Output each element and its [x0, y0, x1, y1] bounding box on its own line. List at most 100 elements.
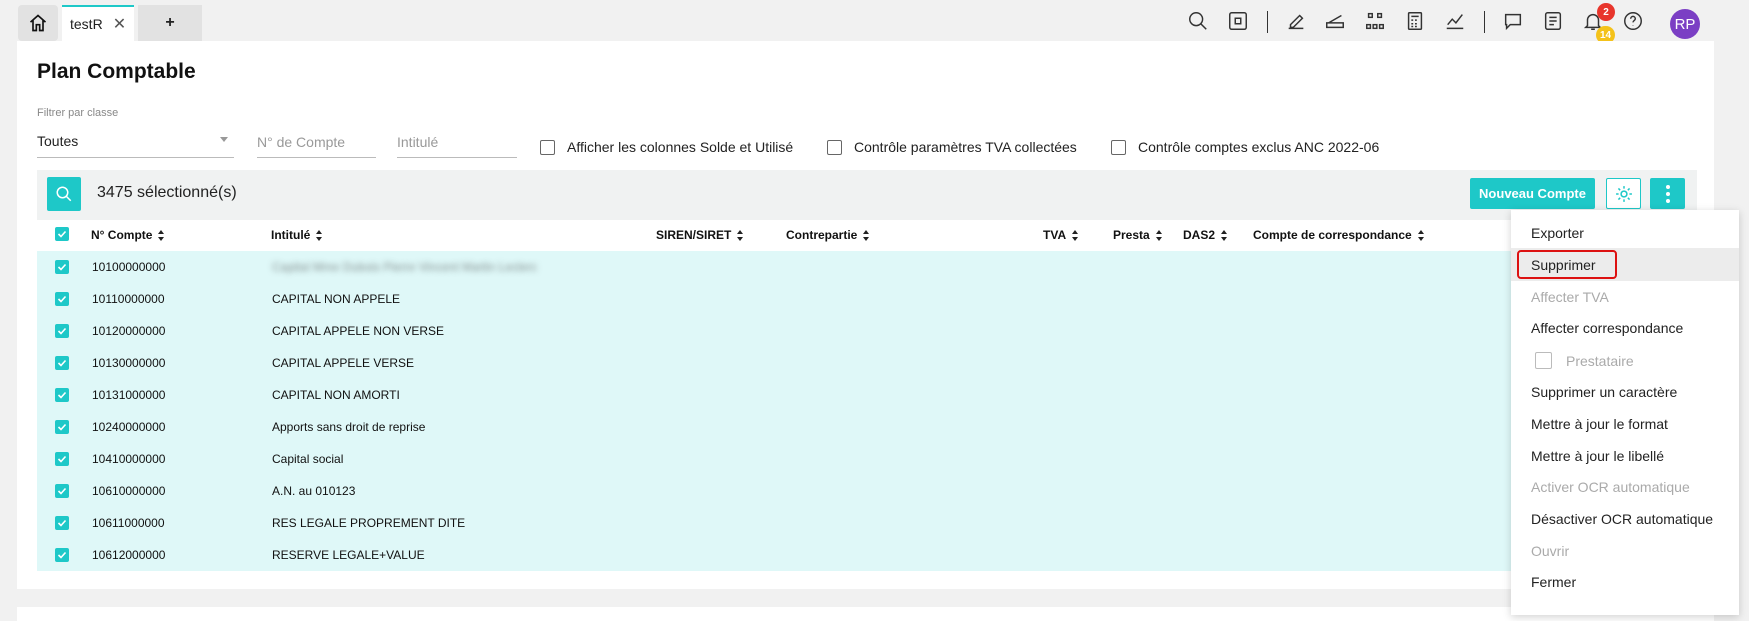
- intitule-cell: RESERVE LEGALE+VALUE: [272, 548, 425, 562]
- org-chart-icon[interactable]: [1362, 8, 1388, 34]
- row-checkbox[interactable]: [55, 420, 69, 434]
- menu-item-supprimer[interactable]: Supprimer: [1511, 248, 1739, 281]
- show-balance-columns-checkbox[interactable]: Afficher les colonnes Solde et Utilisé: [540, 139, 793, 155]
- search-icon: [56, 186, 72, 202]
- more-actions-button[interactable]: [1650, 178, 1685, 209]
- table-toolbar: [37, 170, 1697, 220]
- intitule-cell: CAPITAL APPELE VERSE: [272, 356, 415, 370]
- column-header-account[interactable]: N° Compte: [91, 228, 165, 242]
- table-row[interactable]: 10110000000 CAPITAL NON APPELE: [37, 283, 1517, 315]
- chat-icon[interactable]: [1500, 8, 1526, 34]
- close-icon[interactable]: ✕: [113, 14, 126, 34]
- calculator-icon[interactable]: [1402, 8, 1428, 34]
- menu-item-exporter[interactable]: Exporter: [1511, 216, 1739, 249]
- intitule-cell: A.N. au 010123: [272, 484, 356, 498]
- chart-icon[interactable]: [1442, 8, 1468, 34]
- sort-icon[interactable]: [863, 229, 870, 241]
- home-button[interactable]: [18, 5, 58, 41]
- gear-icon: [1615, 185, 1632, 202]
- account-number-cell: 10130000000: [92, 356, 166, 370]
- row-checkbox[interactable]: [55, 260, 69, 274]
- edit-icon[interactable]: [1283, 8, 1309, 34]
- row-checkbox[interactable]: [55, 484, 69, 498]
- menu-item-d-sactiver-ocr-automatique[interactable]: Désactiver OCR automatique: [1511, 502, 1739, 535]
- sort-icon[interactable]: [1072, 229, 1079, 241]
- check-icon: [57, 327, 67, 335]
- column-header-correspondance[interactable]: Compte de correspondance: [1253, 228, 1425, 242]
- notification-badge-red: 2: [1597, 3, 1615, 21]
- row-checkbox[interactable]: [55, 548, 69, 562]
- new-account-button[interactable]: Nouveau Compte: [1470, 178, 1595, 209]
- search-icon[interactable]: [1185, 8, 1211, 34]
- table-row[interactable]: 10410000000 Capital social: [37, 443, 1517, 475]
- account-number-cell: 10410000000: [92, 452, 166, 466]
- scanner-icon[interactable]: [1322, 8, 1348, 34]
- menu-item-label: Supprimer un caractère: [1531, 383, 1678, 400]
- sort-icon[interactable]: [1155, 229, 1163, 241]
- checklist-icon[interactable]: [1540, 8, 1566, 34]
- table-row[interactable]: 10612000000 RESERVE LEGALE+VALUE: [37, 539, 1517, 571]
- tva-control-checkbox[interactable]: Contrôle paramètres TVA collectées: [827, 139, 1077, 155]
- menu-item-ouvrir: Ouvrir: [1511, 534, 1739, 567]
- help-icon[interactable]: [1620, 8, 1646, 34]
- menu-item-affecter-correspondance[interactable]: Affecter correspondance: [1511, 311, 1739, 344]
- menu-item-mettre-jour-le-format[interactable]: Mettre à jour le format: [1511, 407, 1739, 440]
- intitule-input[interactable]: [397, 127, 517, 158]
- class-filter-select[interactable]: Toutes: [37, 127, 234, 158]
- column-label: Contrepartie: [786, 228, 858, 242]
- column-header-tva[interactable]: TVA: [1043, 228, 1079, 242]
- row-checkbox[interactable]: [55, 388, 69, 402]
- table-row[interactable]: 10610000000 A.N. au 010123: [37, 475, 1517, 507]
- row-checkbox[interactable]: [55, 356, 69, 370]
- column-header-presta[interactable]: Presta: [1113, 228, 1163, 242]
- menu-item-affecter-tva: Affecter TVA: [1511, 280, 1739, 313]
- checkbox-box[interactable]: [540, 139, 555, 155]
- account-number-cell: 10110000000: [92, 292, 165, 306]
- column-label: N° Compte: [91, 228, 153, 242]
- account-number-cell: 10612000000: [92, 548, 166, 562]
- account-number-input[interactable]: [257, 127, 376, 158]
- menu-item-supprimer-un-caract-re[interactable]: Supprimer un caractère: [1511, 375, 1739, 408]
- checkbox-box[interactable]: [827, 139, 842, 155]
- menu-item-mettre-jour-le-libell[interactable]: Mettre à jour le libellé: [1511, 439, 1739, 472]
- table-row[interactable]: 10131000000 CAPITAL NON AMORTI: [37, 379, 1517, 411]
- select-all-checkbox[interactable]: [55, 227, 69, 241]
- sort-icon[interactable]: [1417, 229, 1425, 241]
- menu-item-label: Affecter correspondance: [1531, 319, 1684, 336]
- row-checkbox[interactable]: [55, 324, 69, 338]
- anc-control-checkbox[interactable]: Contrôle comptes exclus ANC 2022-06: [1111, 139, 1379, 155]
- checkbox-box[interactable]: [1111, 139, 1126, 155]
- add-tab-button[interactable]: +: [138, 5, 202, 41]
- menu-item-label: Mettre à jour le libellé: [1531, 447, 1665, 464]
- column-header-contrepartie[interactable]: Contrepartie: [786, 228, 870, 242]
- selection-count: 3475 sélectionné(s): [97, 184, 237, 201]
- sort-icon[interactable]: [316, 229, 323, 241]
- avatar[interactable]: RP: [1670, 9, 1700, 39]
- row-checkbox[interactable]: [55, 452, 69, 466]
- check-icon: [57, 263, 67, 271]
- table-row[interactable]: 10130000000 CAPITAL APPELE VERSE: [37, 347, 1517, 379]
- table-search-button[interactable]: [47, 177, 81, 211]
- table-row[interactable]: 10100000000 Capital Mme Dubois Pierre Vin…: [37, 251, 1517, 283]
- settings-button[interactable]: [1606, 178, 1641, 209]
- column-header-intitule[interactable]: Intitulé: [271, 228, 323, 242]
- column-header-siren[interactable]: SIREN/SIRET: [656, 228, 744, 242]
- check-icon: [57, 487, 67, 495]
- sort-icon[interactable]: [158, 229, 165, 241]
- secondary-card: [17, 607, 1714, 621]
- sort-icon[interactable]: [737, 229, 744, 241]
- menu-item-label: Prestataire: [1566, 352, 1634, 369]
- column-label: SIREN/SIRET: [656, 228, 732, 242]
- more-vertical-icon: [1665, 184, 1670, 203]
- row-checkbox[interactable]: [55, 292, 69, 306]
- menu-item-fermer[interactable]: Fermer: [1511, 565, 1739, 598]
- column-header-das2[interactable]: DAS2: [1183, 228, 1228, 242]
- tab-testr[interactable]: testR ✕: [62, 5, 134, 41]
- table-row[interactable]: 10611000000 RES LEGALE PROPREMENT DITE: [37, 507, 1517, 539]
- row-checkbox[interactable]: [55, 516, 69, 530]
- table-row[interactable]: 10120000000 CAPITAL APPELE NON VERSE: [37, 315, 1517, 347]
- account-number-cell: 10100000000: [92, 260, 166, 274]
- table-row[interactable]: 10240000000 Apports sans droit de reprise: [37, 411, 1517, 443]
- command-icon[interactable]: [1225, 8, 1251, 34]
- sort-icon[interactable]: [1221, 229, 1228, 241]
